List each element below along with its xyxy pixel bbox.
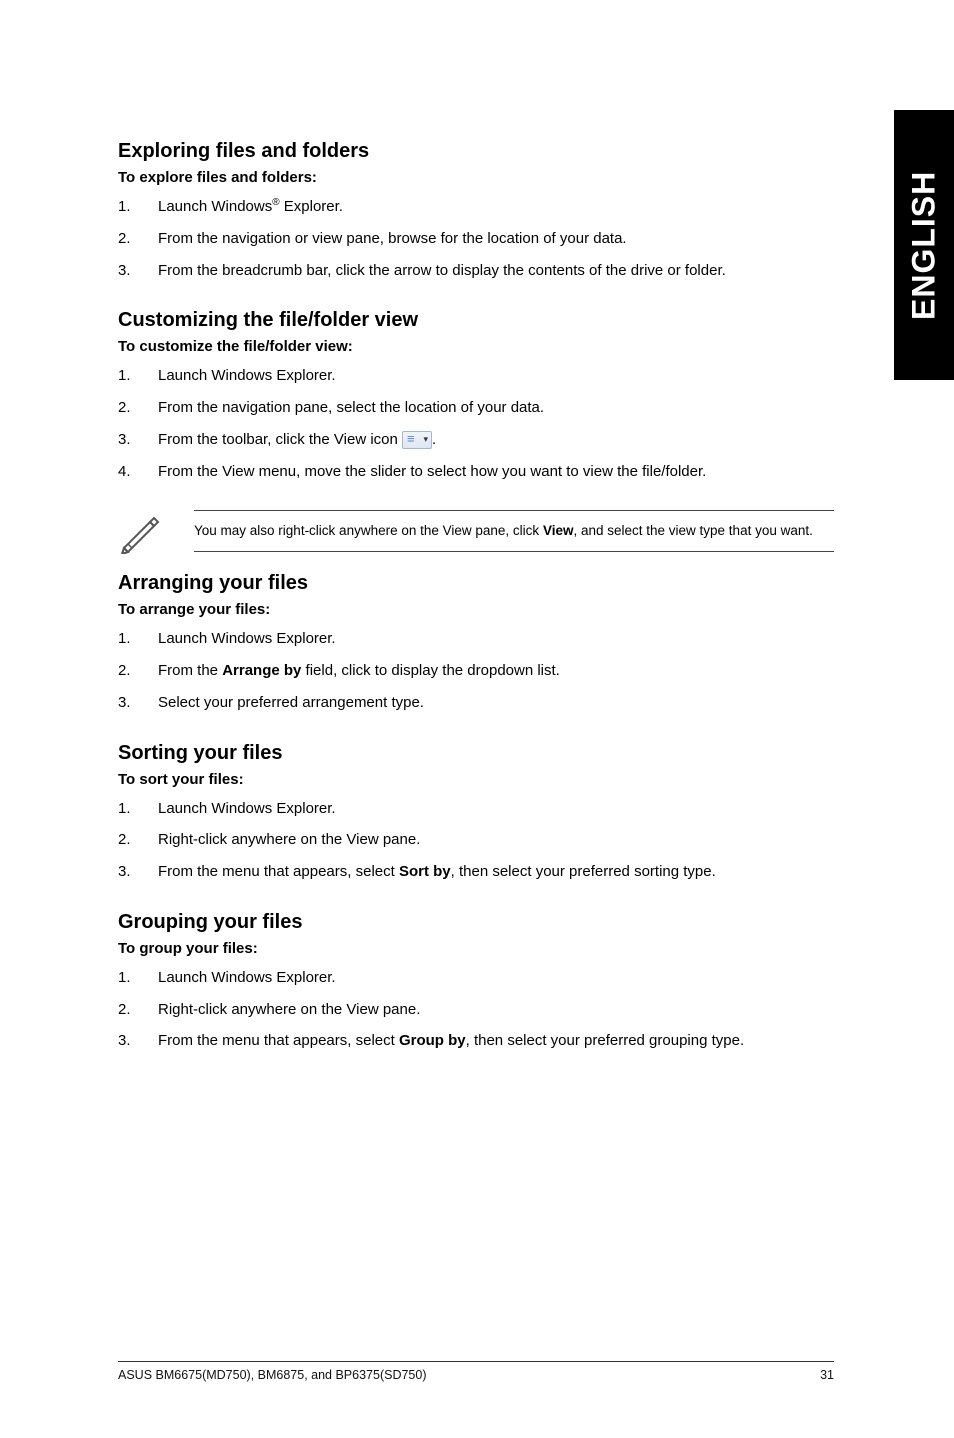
step-text: , then select your preferred sorting typ…	[451, 863, 716, 880]
list-item: 2. Right-click anywhere on the View pane…	[118, 999, 834, 1021]
subhead-exploring: To explore files and folders:	[118, 169, 834, 186]
footer-left: ASUS BM6675(MD750), BM6875, and BP6375(S…	[118, 1368, 427, 1382]
list-item: 1. Launch Windows Explorer.	[118, 798, 834, 820]
note-block: You may also right-click anywhere on the…	[118, 510, 834, 554]
step-text: Select your preferred arrangement type.	[158, 694, 424, 711]
note-bold: View	[543, 523, 574, 538]
step-number: 1.	[118, 628, 131, 650]
page-content: Exploring files and folders To explore f…	[0, 0, 954, 1052]
list-item: 4. From the View menu, move the slider t…	[118, 461, 834, 483]
steps-customizing: 1. Launch Windows Explorer. 2. From the …	[118, 365, 834, 482]
list-item: 1. Launch Windows Explorer.	[118, 967, 834, 989]
section-exploring: Exploring files and folders To explore f…	[118, 140, 834, 281]
registered-mark: ®	[272, 197, 279, 208]
steps-grouping: 1. Launch Windows Explorer. 2. Right-cli…	[118, 967, 834, 1052]
step-number: 2.	[118, 660, 131, 682]
step-text: Explorer.	[280, 198, 343, 215]
step-number: 2.	[118, 397, 131, 419]
step-text: .	[432, 431, 436, 448]
step-number: 3.	[118, 1030, 131, 1052]
list-item: 3. From the menu that appears, select Gr…	[118, 1030, 834, 1052]
step-number: 4.	[118, 461, 131, 483]
steps-exploring: 1. Launch Windows® Explorer. 2. From the…	[118, 196, 834, 281]
list-item: 2. Right-click anywhere on the View pane…	[118, 829, 834, 851]
step-text: Launch Windows Explorer.	[158, 630, 336, 647]
list-item: 2. From the navigation or view pane, bro…	[118, 228, 834, 250]
note-pre: You may also right-click anywhere on the…	[194, 523, 543, 538]
step-bold: Sort by	[399, 863, 451, 880]
note-text: You may also right-click anywhere on the…	[194, 511, 834, 551]
step-text: Right-click anywhere on the View pane.	[158, 1001, 420, 1018]
page-footer: ASUS BM6675(MD750), BM6875, and BP6375(S…	[118, 1361, 834, 1382]
step-text: , then select your preferred grouping ty…	[466, 1032, 745, 1049]
step-text: Launch Windows Explorer.	[158, 800, 336, 817]
heading-arranging: Arranging your files	[118, 572, 834, 595]
heading-customizing: Customizing the file/folder view	[118, 309, 834, 332]
step-text: Launch Windows	[158, 198, 272, 215]
section-arranging: Arranging your files To arrange your fil…	[118, 572, 834, 713]
view-dropdown-icon	[402, 431, 432, 449]
list-item: 1. Launch Windows® Explorer.	[118, 196, 834, 218]
step-number: 1.	[118, 196, 131, 218]
step-text: From the navigation or view pane, browse…	[158, 230, 627, 247]
note-rule-bottom	[194, 551, 834, 552]
steps-arranging: 1. Launch Windows Explorer. 2. From the …	[118, 628, 834, 713]
section-sorting: Sorting your files To sort your files: 1…	[118, 742, 834, 883]
note-text-wrap: You may also right-click anywhere on the…	[194, 510, 834, 552]
step-number: 1.	[118, 365, 131, 387]
step-text: field, click to display the dropdown lis…	[301, 662, 559, 679]
step-number: 2.	[118, 829, 131, 851]
step-bold: Arrange by	[222, 662, 301, 679]
list-item: 3. From the breadcrumb bar, click the ar…	[118, 260, 834, 282]
step-number: 3.	[118, 692, 131, 714]
heading-exploring: Exploring files and folders	[118, 140, 834, 163]
list-item: 2. From the navigation pane, select the …	[118, 397, 834, 419]
page-number: 31	[820, 1368, 834, 1382]
step-text: From the navigation pane, select the loc…	[158, 399, 544, 416]
steps-sorting: 1. Launch Windows Explorer. 2. Right-cli…	[118, 798, 834, 883]
step-text: Right-click anywhere on the View pane.	[158, 831, 420, 848]
step-text: From the menu that appears, select	[158, 1032, 399, 1049]
step-bold: Group by	[399, 1032, 466, 1049]
step-text: From the View menu, move the slider to s…	[158, 463, 706, 480]
list-item: 3. From the toolbar, click the View icon…	[118, 429, 834, 451]
section-customizing: Customizing the file/folder view To cust…	[118, 309, 834, 482]
subhead-arranging: To arrange your files:	[118, 601, 834, 618]
step-number: 3.	[118, 260, 131, 282]
heading-sorting: Sorting your files	[118, 742, 834, 765]
step-number: 3.	[118, 429, 131, 451]
step-text: Launch Windows Explorer.	[158, 367, 336, 384]
step-text: Launch Windows Explorer.	[158, 969, 336, 986]
step-text: From the toolbar, click the View icon	[158, 431, 402, 448]
note-post: , and select the view type that you want…	[573, 523, 812, 538]
step-number: 3.	[118, 861, 131, 883]
subhead-customizing: To customize the file/folder view:	[118, 338, 834, 355]
list-item: 1. Launch Windows Explorer.	[118, 628, 834, 650]
step-text: From the breadcrumb bar, click the arrow…	[158, 262, 726, 279]
list-item: 1. Launch Windows Explorer.	[118, 365, 834, 387]
footer-rule	[118, 1361, 834, 1362]
list-item: 3. Select your preferred arrangement typ…	[118, 692, 834, 714]
list-item: 3. From the menu that appears, select So…	[118, 861, 834, 883]
footer-row: ASUS BM6675(MD750), BM6875, and BP6375(S…	[118, 1368, 834, 1382]
step-text: From the menu that appears, select	[158, 863, 399, 880]
step-number: 1.	[118, 967, 131, 989]
list-item: 2. From the Arrange by field, click to d…	[118, 660, 834, 682]
heading-grouping: Grouping your files	[118, 911, 834, 934]
section-grouping: Grouping your files To group your files:…	[118, 911, 834, 1052]
step-number: 2.	[118, 999, 131, 1021]
step-number: 1.	[118, 798, 131, 820]
language-tab: ENGLISH	[894, 110, 954, 380]
subhead-sorting: To sort your files:	[118, 771, 834, 788]
pencil-icon	[118, 510, 162, 554]
step-text: From the	[158, 662, 222, 679]
step-number: 2.	[118, 228, 131, 250]
subhead-grouping: To group your files:	[118, 940, 834, 957]
